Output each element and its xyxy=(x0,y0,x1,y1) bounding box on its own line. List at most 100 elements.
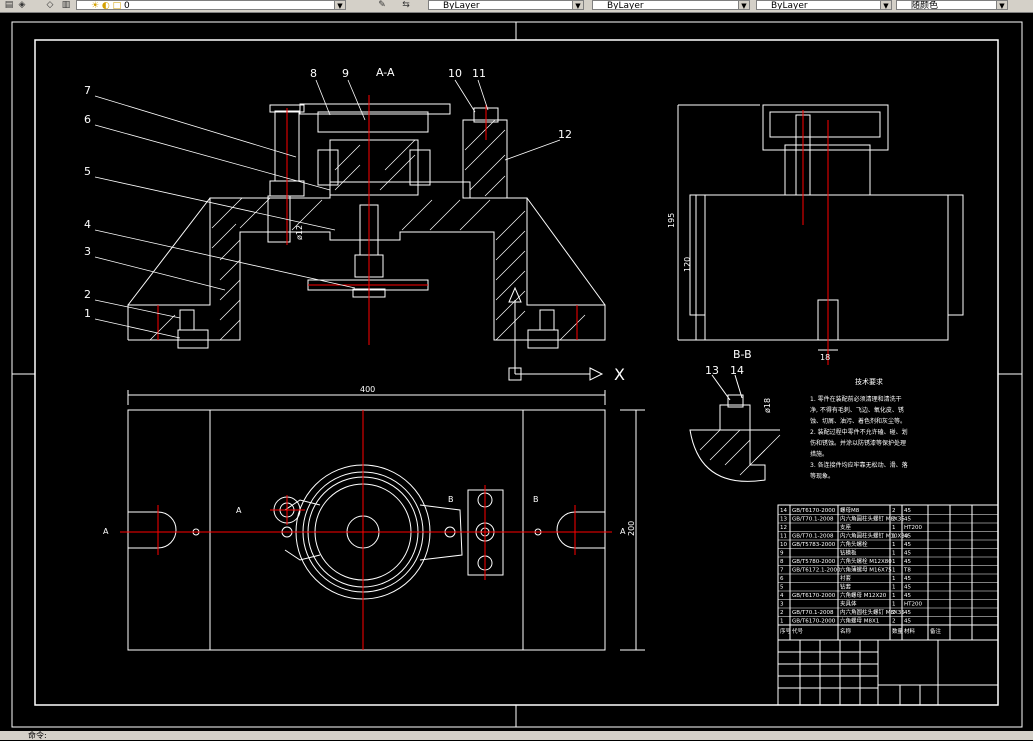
bom-cell: 45 xyxy=(904,593,911,599)
part-number: 5 xyxy=(84,165,91,178)
bom-cell: GB/T5783-2000 xyxy=(792,542,836,548)
bom-cell: 衬套 xyxy=(840,574,852,582)
bom-cell: 45 xyxy=(904,610,911,616)
bom-cell: 钻模板 xyxy=(840,549,857,557)
notes-title: 技术要求 xyxy=(855,377,883,386)
bom-cell: 2 xyxy=(892,619,896,625)
plan-mark: B xyxy=(448,495,454,504)
note-line: 净, 不得有毛刺、飞边、氧化皮、锈 xyxy=(810,406,904,414)
color-dropdown[interactable]: ByLayer ▼ xyxy=(428,0,584,10)
bom-cell: 2 xyxy=(892,610,896,616)
bom-cell: 2 xyxy=(780,610,784,616)
bom-cell: 六角头螺栓 M12X80 xyxy=(840,557,892,565)
part-number: 14 xyxy=(730,364,744,377)
bom-cell: 4 xyxy=(780,593,784,599)
dim-right-total: 195 xyxy=(667,213,676,228)
bom-cell: 45 xyxy=(904,508,911,514)
part-number: 3 xyxy=(84,245,91,258)
plotstyle-dropdown[interactable]: 随颜色 ▼ xyxy=(896,0,1008,10)
ucs-icon xyxy=(508,286,604,381)
bom-cell: GB/T5780-2000 xyxy=(792,559,836,565)
bom-cell: 5 xyxy=(780,585,784,591)
bom-header-cell: 备注 xyxy=(930,627,942,635)
bom-cell: 9 xyxy=(780,551,784,557)
bom-cell: 2 xyxy=(892,508,896,514)
bom-cell: GB/T70.1-2008 xyxy=(792,610,834,616)
front-section-view xyxy=(127,103,606,349)
bom-cell: 1 xyxy=(892,602,896,608)
plan-view xyxy=(127,390,645,651)
bom-header-cell: 数量 xyxy=(892,627,904,635)
bom-cell: 1 xyxy=(892,576,896,582)
chevron-down-icon[interactable]: ▼ xyxy=(334,1,345,9)
bom-cell: 11 xyxy=(780,534,787,540)
bom-cell: 1 xyxy=(780,619,784,625)
detail-bb xyxy=(689,374,780,482)
dim-hole-18: ø18 xyxy=(763,398,772,413)
color-value: ByLayer xyxy=(443,1,480,10)
bom-cell: GB/T6172.1-2000 xyxy=(792,568,841,574)
note-line: 蚀、切屑、油污、着色剂和灰尘等。 xyxy=(810,417,906,425)
bom-cell: 3 xyxy=(780,602,784,608)
bom-cell: 8 xyxy=(780,559,784,565)
lineweight-dropdown[interactable]: ByLayer ▼ xyxy=(756,0,892,10)
detail-hatch xyxy=(699,429,781,476)
part-number: 11 xyxy=(472,67,486,80)
plan-mark: A xyxy=(103,527,109,536)
chevron-down-icon[interactable]: ▼ xyxy=(572,1,583,9)
make-current-icon[interactable]: ✎ xyxy=(376,0,388,10)
bom-header-cell: 代号 xyxy=(792,627,804,635)
bom-cell: 夹具体 xyxy=(840,600,857,608)
technical-notes: 技术要求 1. 零件在装配前必须清理和清洗干 净, 不得有毛刺、飞边、氧化皮、锈… xyxy=(810,377,908,480)
chevron-down-icon[interactable]: ▼ xyxy=(880,1,891,9)
bom-cell: 六角螺母 M12X20 xyxy=(840,591,887,599)
note-line: 等现象。 xyxy=(810,472,834,480)
bom-table: 14 GB/T6170-2000 螺母M8 2 4513 GB/T70.1-2008 内六角… xyxy=(778,506,998,635)
layer-state-icon[interactable]: ◈ xyxy=(16,0,28,10)
bom-header-cell: 名称 xyxy=(840,627,852,635)
part-number: 8 xyxy=(310,67,317,80)
linetype-dropdown[interactable]: ByLayer ▼ xyxy=(592,0,750,10)
bom-cell: 六角头螺栓 xyxy=(840,540,868,548)
note-line: 3. 各连接件均应牢靠无松动、滑、落 xyxy=(810,461,908,469)
layer-props-icon[interactable]: ◇ xyxy=(44,0,56,10)
note-line: 措施。 xyxy=(810,450,828,458)
bom-cell: 45 xyxy=(904,585,911,591)
dim-width: 400 xyxy=(360,385,375,394)
plotstyle-value: 随颜色 xyxy=(911,1,939,10)
layer-dropdown[interactable]: ☀ ◐ □ 0 ▼ xyxy=(76,0,346,10)
drawing-canvas[interactable]: A-A B-B X 7 6 5 4 3 2 1 8 9 10 11 12 13 … xyxy=(0,12,1033,731)
bom-cell: 10 xyxy=(780,542,787,548)
note-line: 1. 零件在装配前必须清理和清洗干 xyxy=(810,395,902,403)
bom-cell: GB/T70.1-2008 xyxy=(792,517,834,523)
note-line: 伤和锈蚀。并涂以防锈漆等保护处理 xyxy=(810,439,906,447)
bom-cell: 1 xyxy=(892,585,896,591)
plan-mark: A xyxy=(620,527,626,536)
axis-x-label: X xyxy=(614,365,625,384)
part-number: 2 xyxy=(84,288,91,301)
bom-cell: 1 xyxy=(892,534,896,540)
part-number: 10 xyxy=(448,67,462,80)
bom-cell: 12 xyxy=(780,525,787,531)
bom-cell: GB/T6170-2000 xyxy=(792,619,836,625)
hatching xyxy=(149,119,586,341)
layer-value: 0 xyxy=(124,1,130,10)
layer-icon[interactable]: ▥ xyxy=(60,0,72,10)
bom-cell: 45 xyxy=(904,551,911,557)
chevron-down-icon[interactable]: ▼ xyxy=(996,1,1007,9)
section-bb-label: B-B xyxy=(733,348,752,361)
bom-cell: 1 xyxy=(892,559,896,565)
bom-cell: 1 xyxy=(892,542,896,548)
dim-bottom-slot: 18 xyxy=(820,353,830,362)
dim-height: 200 xyxy=(627,521,636,536)
layer-manager-icon[interactable]: ▤ xyxy=(3,0,15,10)
layer-previous-icon[interactable]: ⇆ xyxy=(400,0,412,10)
bom-header-cell: 序号 xyxy=(780,627,792,635)
dim-hole-12: ø12 xyxy=(295,225,304,240)
bom-cell: 1 xyxy=(892,568,896,574)
bom-cell: 2 xyxy=(892,517,896,523)
chevron-down-icon[interactable]: ▼ xyxy=(738,1,749,9)
part-number: 12 xyxy=(558,128,572,141)
bom-cell: 45 xyxy=(904,517,911,523)
bom-cell: 14 xyxy=(780,508,787,514)
